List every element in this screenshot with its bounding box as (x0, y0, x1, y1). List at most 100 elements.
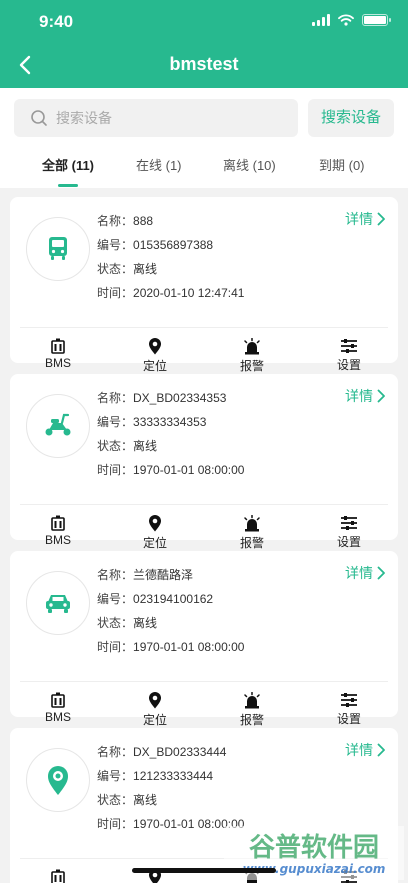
settings-sliders-icon (341, 516, 357, 530)
car-icon (46, 595, 70, 613)
device-avatar (26, 748, 90, 812)
scooter-icon (45, 413, 71, 436)
device-number: 121233333444 (133, 769, 214, 783)
chevron-right-icon (377, 389, 385, 403)
location-pin-icon (48, 766, 68, 795)
device-card[interactable]: 名称：兰德酷路泽 编号：023194100162 状态：离线 时间：1970-0… (10, 551, 398, 727)
location-pin-icon (149, 515, 161, 532)
status-label: 状态： (97, 262, 134, 276)
settings-sliders-icon (341, 693, 357, 707)
detail-link[interactable]: 详情 (345, 740, 386, 760)
home-indicator (132, 868, 276, 873)
status-label: 状态： (97, 616, 134, 630)
device-card[interactable]: 名称：888 编号：015356897388 状态：离线 时间：2020-01-… (10, 197, 398, 373)
bms-battery-icon (51, 338, 65, 354)
device-status: 离线 (133, 616, 158, 630)
name-label: 名称： (97, 745, 134, 759)
search-placeholder: 搜索设备 (56, 110, 112, 126)
detail-link[interactable]: 详情 (345, 563, 386, 583)
location-pin-icon (149, 338, 161, 355)
card-divider (20, 681, 388, 682)
device-time: 1970-01-01 08:00:00 (133, 463, 245, 477)
card-divider (20, 327, 388, 328)
number-label: 编号： (97, 769, 134, 783)
active-tab-indicator (58, 184, 78, 187)
device-avatar (26, 571, 90, 635)
settings-button[interactable]: 设置 (319, 515, 379, 550)
tab-expired[interactable]: 到期 (0) (319, 155, 365, 174)
device-card[interactable]: 名称：DX_BD02333444 编号：121233333444 状态：离线 时… (10, 728, 398, 883)
detail-link[interactable]: 详情 (345, 209, 386, 229)
wifi-icon (338, 14, 354, 26)
alarm-siren-icon (244, 515, 260, 532)
device-card[interactable]: 名称：DX_BD02334353 编号：33333334353 状态：离线 时间… (10, 374, 398, 550)
chevron-right-icon (377, 743, 385, 757)
time-label: 时间： (97, 640, 134, 654)
action-label: 定位 (142, 713, 167, 727)
device-name: 兰德酷路泽 (133, 568, 194, 582)
number-label: 编号： (97, 238, 134, 252)
device-avatar (26, 217, 90, 281)
alarm-button[interactable]: 报警 (222, 338, 282, 374)
detail-label: 详情 (345, 388, 373, 404)
settings-button[interactable]: 设置 (319, 869, 379, 883)
status-label: 状态： (97, 793, 134, 807)
page-title: bmstest (169, 54, 239, 74)
time-label: 时间： (97, 817, 134, 831)
action-label: 定位 (142, 536, 167, 550)
settings-sliders-icon (341, 870, 357, 883)
device-info: 名称：兰德酷路泽 编号：023194100162 状态：离线 时间：1970-0… (97, 563, 244, 659)
bms-battery-icon (51, 515, 65, 531)
alarm-siren-icon (244, 338, 260, 355)
tab-online[interactable]: 在线 (1) (136, 155, 182, 174)
device-info: 名称：888 编号：015356897388 状态：离线 时间：2020-01-… (97, 209, 244, 305)
time-label: 时间： (97, 286, 134, 300)
card-divider (20, 504, 388, 505)
detail-label: 详情 (345, 742, 373, 758)
cellular-signal-icon (312, 14, 330, 26)
location-button[interactable]: 定位 (125, 515, 185, 551)
bms-button[interactable]: BMS (28, 692, 88, 724)
tab-all[interactable]: 全部 (11) (42, 155, 94, 174)
settings-button[interactable]: 设置 (319, 692, 379, 727)
bms-button[interactable]: BMS (28, 515, 88, 547)
detail-label: 详情 (345, 211, 373, 227)
detail-link[interactable]: 详情 (345, 386, 386, 406)
device-number: 023194100162 (133, 592, 214, 606)
location-pin-icon (149, 692, 161, 709)
device-time: 1970-01-01 08:00:00 (133, 640, 245, 654)
number-label: 编号： (97, 592, 134, 606)
device-name: DX_BD02334353 (133, 391, 227, 405)
status-time: 9:40 (39, 12, 74, 31)
action-label: 报警 (239, 359, 264, 373)
action-label: 设置 (336, 712, 361, 726)
bms-button[interactable]: BMS (28, 338, 88, 370)
search-section: 搜索设备 搜索设备 全部 (11) 在线 (1) 离线 (10) 到期 (0) (0, 88, 408, 188)
action-label: 设置 (336, 535, 361, 549)
device-name: DX_BD02333444 (133, 745, 227, 759)
tab-offline[interactable]: 离线 (10) (223, 155, 276, 174)
location-button[interactable]: 定位 (125, 692, 185, 728)
alarm-button[interactable]: 报警 (222, 692, 282, 728)
action-label: 设置 (336, 358, 361, 372)
location-button[interactable]: 定位 (125, 338, 185, 374)
bms-battery-icon (51, 869, 65, 883)
action-label: 报警 (239, 536, 264, 550)
action-label: BMS (44, 356, 71, 370)
search-button[interactable]: 搜索设备 (308, 99, 394, 137)
device-status: 离线 (133, 439, 158, 453)
name-label: 名称： (97, 214, 134, 228)
action-label: BMS (44, 710, 71, 724)
search-input[interactable]: 搜索设备 (14, 99, 298, 137)
status-label: 状态： (97, 439, 134, 453)
settings-sliders-icon (341, 339, 357, 353)
device-name: 888 (133, 214, 154, 228)
card-divider (20, 858, 388, 859)
bms-button[interactable]: BMS (28, 869, 88, 883)
navigation-header: 9:40 bmstest (0, 0, 408, 88)
name-label: 名称： (97, 568, 134, 582)
name-label: 名称： (97, 391, 134, 405)
settings-button[interactable]: 设置 (319, 338, 379, 373)
device-info: 名称：DX_BD02334353 编号：33333334353 状态：离线 时间… (97, 386, 244, 482)
alarm-button[interactable]: 报警 (222, 515, 282, 551)
